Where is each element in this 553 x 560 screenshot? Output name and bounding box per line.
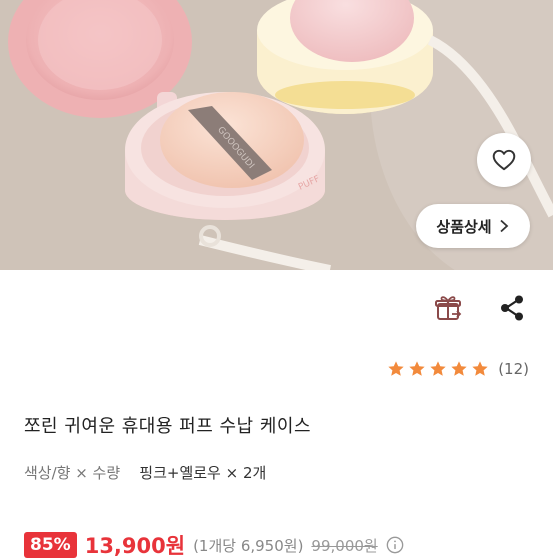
chevron-right-icon: [499, 219, 508, 233]
info-icon[interactable]: [386, 536, 404, 554]
wishlist-button[interactable]: [477, 133, 531, 187]
original-price: 99,000원: [311, 536, 378, 555]
rating[interactable]: (12): [387, 360, 529, 378]
product-detail-button[interactable]: 상품상세: [416, 204, 530, 248]
detail-button-label: 상품상세: [436, 217, 492, 236]
product-actions: [0, 290, 553, 330]
option-value: 핑크+옐로우 × 2개: [139, 464, 267, 482]
option-label: 색상/향 × 수량: [24, 464, 121, 482]
gift-icon[interactable]: [432, 292, 464, 324]
star-icon: [430, 361, 446, 376]
star-icon: [388, 361, 404, 376]
product-image[interactable]: GOOOGUDI PUFF 상품상세: [0, 0, 553, 270]
star-icon: [451, 361, 467, 376]
unit-price: (1개당 6,950원): [193, 536, 304, 555]
product-title: 쪼린 귀여운 휴대용 퍼프 수납 케이스: [24, 416, 312, 437]
discount-badge: 85%: [24, 532, 77, 558]
heart-icon: [492, 149, 516, 171]
review-count[interactable]: (12): [498, 360, 529, 378]
star-icon: [472, 361, 488, 376]
share-icon[interactable]: [496, 292, 528, 324]
sale-price: 13,900원: [84, 534, 186, 558]
price-row: 85% 13,900원 (1개당 6,950원) 99,000원: [24, 530, 404, 560]
product-option: 색상/향 × 수량 핑크+옐로우 × 2개: [24, 462, 266, 483]
star-icon: [409, 361, 425, 376]
